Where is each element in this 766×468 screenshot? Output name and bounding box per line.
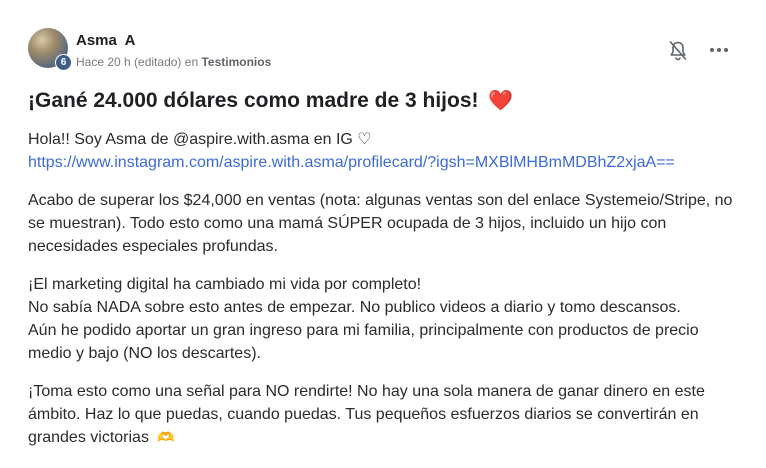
heart-hands-emoji: 🫶: [157, 429, 175, 445]
level-badge: 6: [55, 54, 72, 71]
bell-off-icon[interactable]: [668, 40, 688, 62]
post-time: Hace 20 h: [76, 55, 131, 69]
post-header: 6 Asma A Hace 20 h (editado) en Testimon…: [28, 28, 740, 72]
paragraph-sales: Acabo de superar los $24,000 en ventas (…: [28, 192, 733, 255]
paragraph-intro: Hola!! Soy Asma de @aspire.with.asma en …: [28, 128, 740, 174]
paragraph-marketing: ¡El marketing digital ha cambiado mi vid…: [28, 273, 740, 365]
encouragement-text: ¡Toma esto como una señal para NO rendir…: [28, 383, 705, 446]
post-title: ¡Gané 24.000 dólares como madre de 3 hij…: [28, 88, 513, 113]
marketing-line-1: ¡El marketing digital ha cambiado mi vid…: [28, 276, 422, 293]
post-body: Hola!! Soy Asma de @aspire.with.asma en …: [28, 128, 740, 464]
author-avatar-group[interactable]: 6: [28, 28, 72, 71]
category-link[interactable]: Testimonios: [201, 55, 271, 69]
post-title-text: ¡Gané 24.000 dólares como madre de 3 hij…: [28, 89, 479, 112]
marketing-line-2: No sabía NADA sobre esto antes de empeza…: [28, 299, 681, 316]
instagram-link[interactable]: https://www.instagram.com/aspire.with.as…: [28, 151, 740, 174]
marketing-line-3: Aún he podido aportar un gran ingreso pa…: [28, 322, 699, 362]
more-horizontal-icon[interactable]: [708, 40, 730, 60]
post-card: 6 Asma A Hace 20 h (editado) en Testimon…: [0, 0, 766, 468]
paragraph-encouragement: ¡Toma esto como una señal para NO rendir…: [28, 380, 740, 449]
heart-emoji: ❤️: [488, 90, 514, 112]
intro-text: Hola!! Soy Asma de @aspire.with.asma en …: [28, 131, 372, 148]
edited-label: (editado): [134, 55, 182, 69]
in-label: en: [184, 55, 199, 69]
author-name[interactable]: Asma A: [76, 32, 135, 49]
post-meta: Hace 20 h (editado) en Testimonios: [76, 55, 271, 69]
